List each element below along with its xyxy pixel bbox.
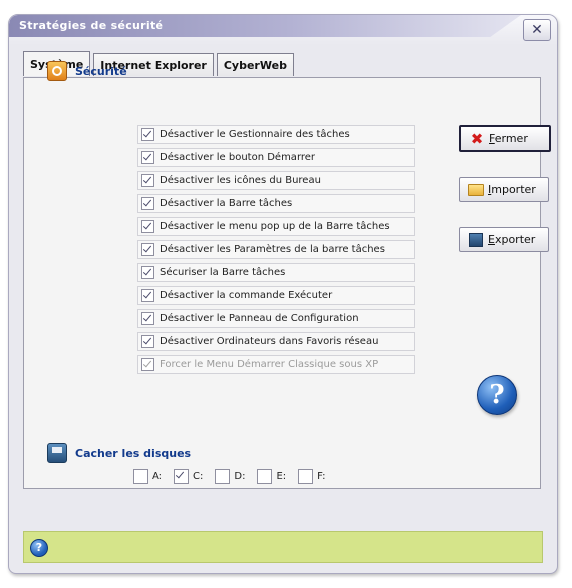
- security-option-checkbox[interactable]: [141, 266, 154, 279]
- close-x-icon: ✖: [470, 129, 484, 148]
- security-option-checkbox[interactable]: [141, 220, 154, 233]
- security-option[interactable]: Désactiver Ordinateurs dans Favoris rése…: [137, 332, 415, 351]
- security-option-label: Sécuriser la Barre tâches: [160, 267, 286, 278]
- drive-label: F:: [317, 471, 326, 482]
- security-option: Forcer le Menu Démarrer Classique sous X…: [137, 355, 415, 374]
- security-option-checkbox[interactable]: [141, 174, 154, 187]
- drive-checkbox[interactable]: [215, 469, 231, 484]
- security-option-label: Désactiver le menu pop up de la Barre tâ…: [160, 221, 390, 232]
- drive-label: C:: [193, 471, 204, 482]
- window-title: Stratégies de sécurité: [19, 19, 164, 32]
- security-option-label: Désactiver les icônes du Bureau: [160, 175, 321, 186]
- disk-icon: [47, 443, 67, 463]
- security-option[interactable]: Désactiver les Paramètres de la barre tâ…: [137, 240, 415, 259]
- status-help-icon[interactable]: ?: [30, 539, 48, 557]
- import-button-label: Importer: [488, 183, 536, 196]
- security-option-checkbox: [141, 358, 154, 371]
- drive-label: E:: [276, 471, 287, 482]
- import-button[interactable]: Importer: [459, 177, 549, 202]
- drives-section-title: Cacher les disques: [75, 447, 192, 460]
- drive-checkbox[interactable]: [133, 469, 148, 484]
- drive-item[interactable]: A:: [133, 469, 162, 484]
- security-option-label: Désactiver la commande Exécuter: [160, 290, 333, 301]
- export-button-label: Exporter: [488, 233, 536, 246]
- window-close-button[interactable]: ✕: [523, 19, 551, 41]
- close-button-label: Fermer: [489, 132, 528, 145]
- floppy-disk-icon: [468, 232, 484, 247]
- drive-label: A:: [152, 471, 163, 482]
- security-option-label: Désactiver Ordinateurs dans Favoris rése…: [160, 336, 379, 347]
- drive-item[interactable]: D:: [215, 469, 245, 484]
- drive-item[interactable]: E:: [257, 469, 286, 484]
- security-option-label: Désactiver le Gestionnaire des tâches: [160, 129, 350, 140]
- security-section-title: Sécurité: [75, 65, 127, 78]
- security-option[interactable]: Désactiver le menu pop up de la Barre tâ…: [137, 217, 415, 236]
- security-option-checkbox[interactable]: [141, 335, 154, 348]
- drive-item[interactable]: F:: [298, 469, 326, 484]
- security-option[interactable]: Désactiver la commande Exécuter: [137, 286, 415, 305]
- folder-open-icon: [468, 183, 484, 197]
- security-option-checkbox[interactable]: [141, 289, 154, 302]
- key-icon: [47, 61, 67, 81]
- security-option-label: Désactiver le Panneau de Configuration: [160, 313, 359, 324]
- security-option[interactable]: Désactiver le Panneau de Configuration: [137, 309, 415, 328]
- security-option-checkbox[interactable]: [141, 128, 154, 141]
- drive-checkbox[interactable]: [257, 469, 273, 484]
- security-option-checkbox[interactable]: [141, 243, 154, 256]
- export-button[interactable]: Exporter: [459, 227, 549, 252]
- security-option-checkbox[interactable]: [141, 312, 154, 325]
- security-option-checkbox[interactable]: [141, 197, 154, 210]
- security-option-label: Désactiver la Barre tâches: [160, 198, 293, 209]
- drive-item[interactable]: C:: [174, 469, 203, 484]
- security-option[interactable]: Désactiver le bouton Démarrer: [137, 148, 415, 167]
- drive-label: D:: [234, 471, 246, 482]
- title-bar: Stratégies de sécurité ✕: [9, 15, 557, 45]
- help-icon[interactable]: ?: [477, 375, 517, 415]
- status-bar: ?: [23, 531, 543, 563]
- security-option[interactable]: Désactiver le Gestionnaire des tâches: [137, 125, 415, 144]
- security-policies-window: Stratégies de sécurité ✕ Système Interne…: [8, 14, 558, 574]
- drive-checkbox[interactable]: [174, 469, 190, 484]
- close-button[interactable]: ✖ Fermer: [459, 125, 551, 152]
- security-option[interactable]: Sécuriser la Barre tâches: [137, 263, 415, 282]
- drive-checkboxes: A: C: D: E: F:: [133, 469, 338, 484]
- security-option[interactable]: Désactiver la Barre tâches: [137, 194, 415, 213]
- drive-checkbox[interactable]: [298, 469, 314, 484]
- security-option[interactable]: Désactiver les icônes du Bureau: [137, 171, 415, 190]
- security-option-checkbox[interactable]: [141, 151, 154, 164]
- security-option-label: Désactiver le bouton Démarrer: [160, 152, 316, 163]
- security-option-label: Désactiver les Paramètres de la barre tâ…: [160, 244, 385, 255]
- security-option-label: Forcer le Menu Démarrer Classique sous X…: [160, 359, 379, 370]
- tab-cyberweb[interactable]: CyberWeb: [216, 53, 294, 76]
